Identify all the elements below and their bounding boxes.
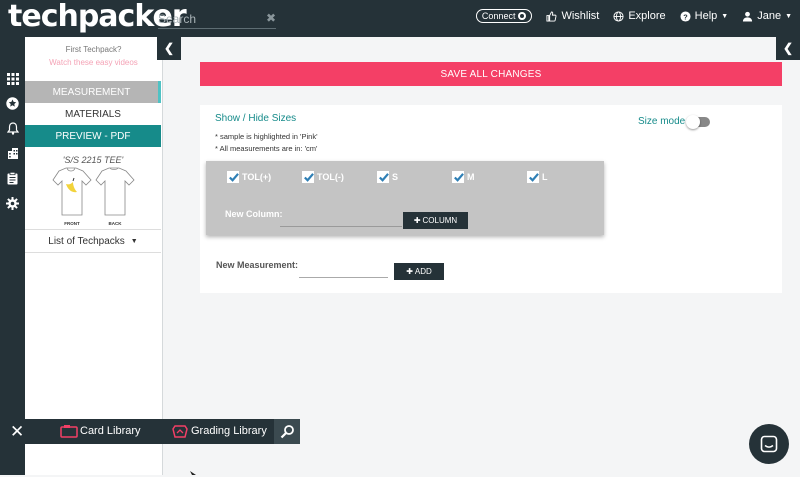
new-measurement-label: New Measurement: (216, 260, 299, 270)
back-label: BACK (109, 221, 123, 226)
card-library-button[interactable]: Card Library (60, 424, 141, 438)
expand-right-panel-button[interactable]: ❮ (776, 36, 800, 60)
explore-link[interactable]: Explore (613, 10, 666, 22)
card-library-label: Card Library (80, 425, 141, 437)
building-icon[interactable] (6, 147, 19, 160)
materials-tab[interactable]: MATERIALS (25, 103, 161, 125)
column-checkbox-m[interactable]: M (452, 171, 475, 183)
caret-down-icon: ▼ (130, 237, 138, 245)
thumbs-up-icon (546, 10, 557, 22)
collapse-sidebar-button[interactable]: ❮ (157, 36, 181, 60)
search-box: ✖ (158, 9, 276, 29)
column-label: TOL(-) (317, 172, 344, 182)
bell-icon[interactable] (6, 122, 19, 135)
new-column-label: New Column: (225, 209, 283, 219)
clear-search-icon[interactable]: ✖ (266, 11, 276, 25)
size-mode-toggle[interactable] (686, 114, 711, 129)
techpack-sidebar: First Techpack? Watch these easy videos … (25, 37, 163, 475)
caret-down-icon: ▼ (721, 12, 729, 20)
chat-icon (760, 435, 778, 453)
column-checkbox-s[interactable]: S (377, 171, 398, 183)
connect-toggle[interactable]: Connect (475, 9, 533, 23)
grid-icon[interactable] (6, 72, 19, 85)
user-icon (743, 11, 753, 22)
library-bar: ✕ Card Library Grading Library (0, 419, 300, 444)
note-pink: * sample is highlighted in 'Pink' (215, 132, 318, 141)
watch-videos-link[interactable]: Watch these easy videos (25, 58, 162, 67)
toggle-knob (686, 114, 701, 129)
add-column-button[interactable]: ✚ COLUMN (403, 212, 468, 229)
column-label: L (542, 172, 548, 182)
help-menu[interactable]: ? Help ▼ (680, 10, 729, 22)
plus-icon: ✚ (413, 216, 421, 225)
add-measurement-button[interactable]: ✚ ADD (394, 263, 444, 280)
column-checkbox-tol-minus[interactable]: TOL(-) (302, 171, 344, 183)
user-menu[interactable]: Jane ▼ (742, 10, 792, 22)
show-hide-sizes-link[interactable]: Show / Hide Sizes (215, 113, 296, 124)
save-all-changes-button[interactable]: SAVE ALL CHANGES (200, 62, 782, 86)
grading-library-button[interactable]: Grading Library (172, 424, 267, 438)
chat-widget-button[interactable] (749, 424, 789, 464)
add-measurement-label: ADD (414, 267, 432, 276)
gear-icon[interactable] (6, 197, 19, 210)
search-icon (280, 425, 294, 439)
left-icon-rail (0, 37, 25, 475)
checkbox-checked-icon (527, 171, 539, 183)
chevron-left-icon: ❮ (163, 41, 175, 55)
techpack-name: 'S/S 2215 TEE' (62, 155, 124, 165)
top-navbar: techpacker ✖ Connect Wishlist Explore ? … (0, 0, 800, 37)
checkbox-checked-icon (227, 171, 239, 183)
library-search-button[interactable] (274, 419, 300, 444)
chevron-left-icon: ❮ (782, 41, 794, 55)
list-of-techpacks-dropdown[interactable]: List of Techpacks ▼ (25, 229, 161, 253)
new-column-input[interactable] (280, 211, 402, 227)
plus-icon: ✚ (406, 267, 413, 276)
help-label: Help (694, 10, 718, 22)
measurement-panel: Show / Hide Sizes * sample is highlighte… (200, 105, 782, 293)
connect-status-icon (518, 12, 527, 20)
user-name: Jane (757, 10, 782, 22)
top-nav-links: Connect Wishlist Explore ? Help ▼ Jane ▼ (475, 9, 792, 23)
svg-text:?: ? (683, 12, 688, 21)
search-input[interactable] (158, 9, 258, 29)
caret-down-icon: ▼ (785, 12, 792, 20)
wishlist-link[interactable]: Wishlist (546, 10, 599, 22)
tshirt-thumbnail[interactable]: FRONT BACK (50, 167, 138, 227)
tshirt-back-icon (95, 167, 135, 216)
column-label: TOL(+) (242, 172, 272, 182)
list-of-techpacks-label: List of Techpacks (48, 235, 125, 247)
new-measurement-input[interactable] (299, 262, 388, 278)
clipboard-icon[interactable] (6, 172, 19, 185)
card-library-icon (60, 425, 78, 438)
column-checkbox-tol-plus[interactable]: TOL(+) (227, 171, 271, 183)
checkbox-checked-icon (377, 171, 389, 183)
wishlist-label: Wishlist (561, 10, 600, 22)
note-cm: * All measurements are in: 'cm' (215, 144, 318, 153)
size-columns-box: TOL(+) TOL(-) S M L New Column: ✚ COLUMN (206, 161, 604, 235)
column-checkbox-l[interactable]: L (527, 171, 548, 183)
checkbox-checked-icon (452, 171, 464, 183)
star-circle-icon[interactable] (6, 97, 19, 110)
question-circle-icon: ? (680, 10, 691, 22)
size-mode-label: Size mode (638, 116, 686, 127)
column-label: S (392, 172, 399, 182)
size-mode-control: Size mode (638, 114, 711, 129)
explore-label: Explore (628, 10, 666, 22)
front-label: FRONT (64, 221, 80, 226)
column-label: M (467, 172, 475, 182)
add-column-label: COLUMN (422, 216, 458, 225)
first-techpack-text: First Techpack? (65, 45, 122, 54)
tshirt-front-icon (52, 167, 92, 216)
preview-pdf-button[interactable]: PREVIEW - PDF (25, 125, 161, 147)
grading-library-icon (172, 425, 188, 438)
mouse-cursor-icon (190, 471, 196, 475)
grading-library-label: Grading Library (191, 425, 267, 437)
measurement-tab[interactable]: MEASUREMENT (25, 81, 161, 103)
close-icon[interactable]: ✕ (10, 422, 24, 442)
globe-icon (613, 10, 624, 22)
connect-label: Connect (481, 11, 516, 21)
checkbox-checked-icon (302, 171, 314, 183)
